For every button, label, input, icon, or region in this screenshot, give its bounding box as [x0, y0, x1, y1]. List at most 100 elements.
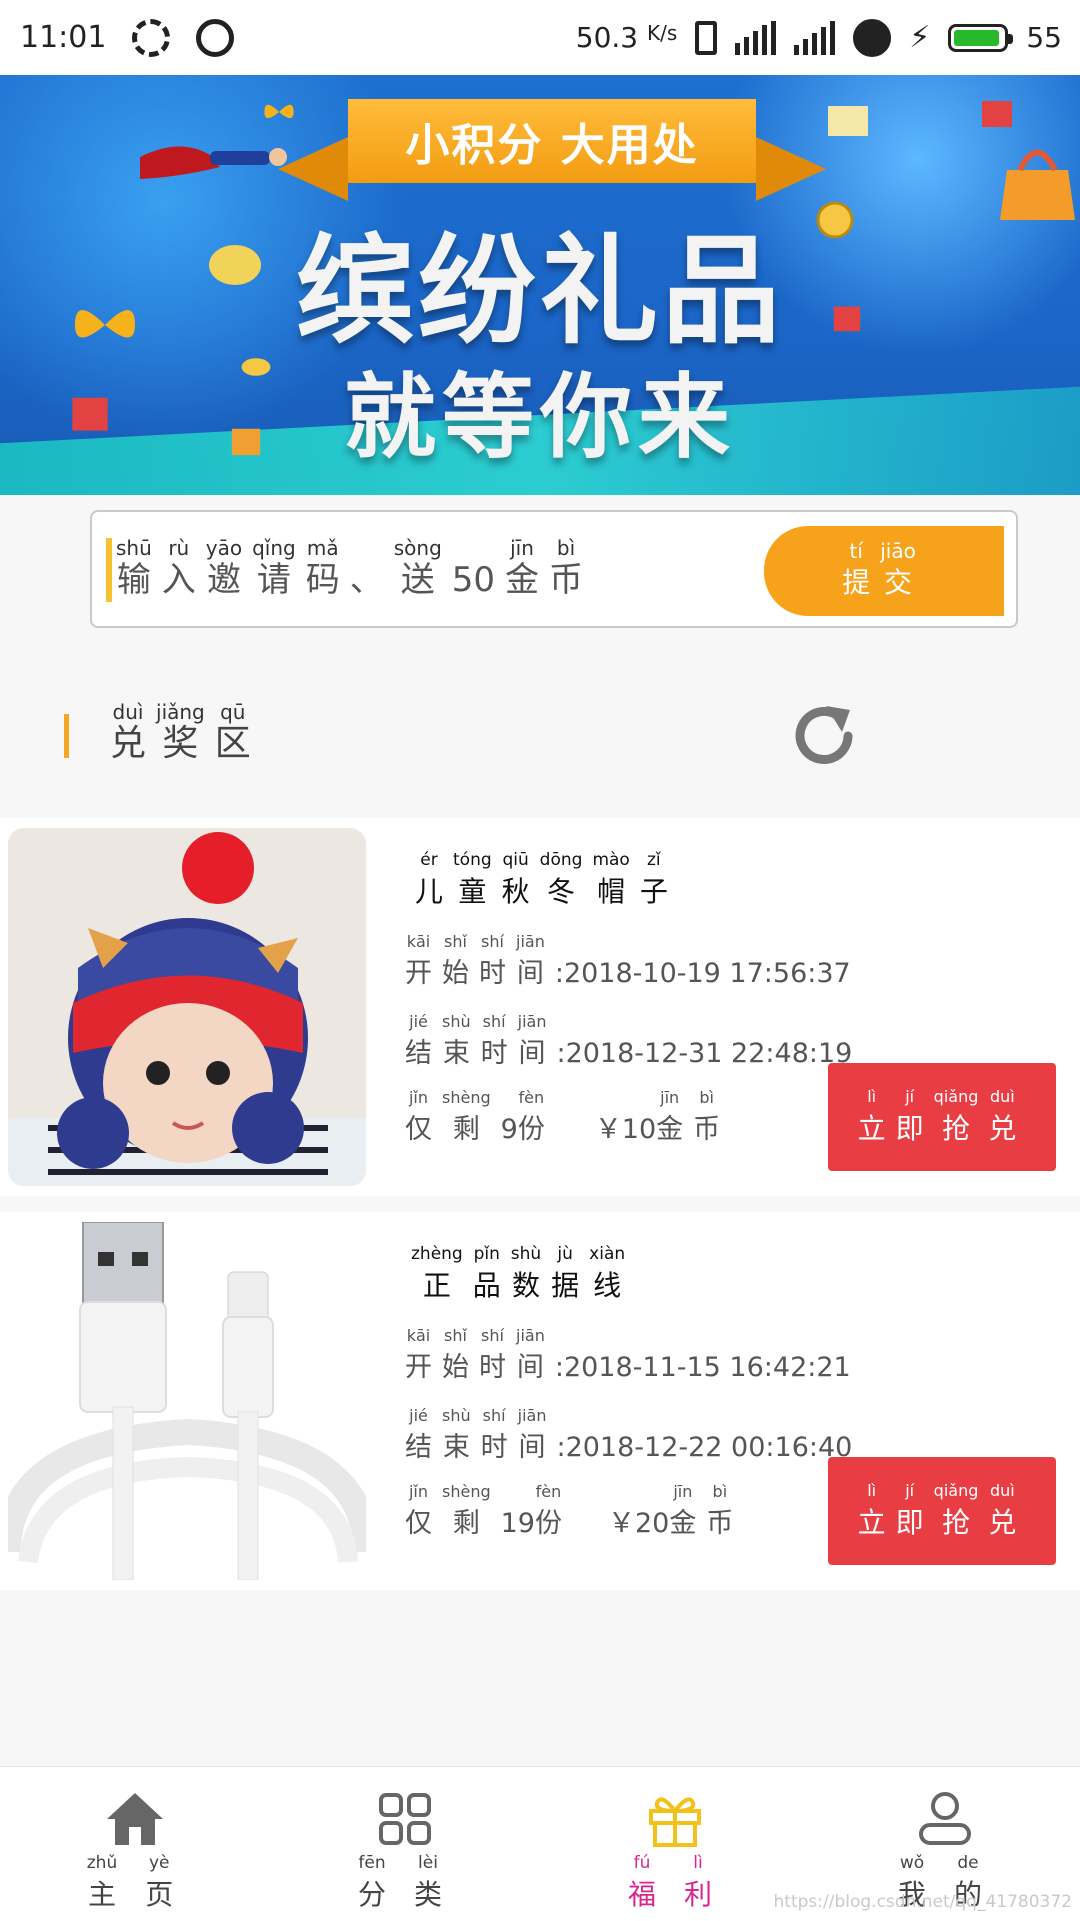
pinyin: zhǔ — [86, 1853, 118, 1873]
ruby-char: jiāo 交 — [880, 539, 916, 603]
ruby-char: shǐ 始 — [442, 930, 469, 994]
pinyin: shù — [510, 1244, 542, 1264]
ruby-char: 50 — [452, 536, 495, 600]
pinyin: shí — [482, 1406, 506, 1425]
section-accent-bar — [64, 714, 69, 758]
pinyin: duì — [989, 1481, 1015, 1500]
nav-item-home[interactable]: zhǔ 主 yè 页 — [0, 1767, 270, 1921]
pinyin: de — [957, 1853, 979, 1873]
hanzi: 结 — [405, 1432, 432, 1463]
ruby-char: tóng 童 — [453, 848, 492, 912]
pinyin: bì — [712, 1482, 728, 1501]
section-header: duì 兑 jiǎng 奖 qū 区 — [0, 680, 1080, 810]
promo-banner[interactable]: 小积分 大用处 缤纷礼品 就等你来 — [0, 75, 1080, 495]
ruby-char: jié 结 — [405, 1404, 432, 1468]
hanzi: 、 — [349, 560, 384, 600]
ruby-char: duì 兑 — [988, 1085, 1016, 1149]
hanzi: 50 — [451, 560, 496, 600]
pinyin: fèn — [518, 1088, 545, 1107]
ruby-char: fèn 份 — [518, 1086, 545, 1150]
start-time-row: kāi 开 shǐ 始 shí 时 jiān 间 :2018-10-19 17:56:37 — [405, 930, 851, 994]
hanzi: 提 — [842, 566, 871, 599]
pinyin: kāi — [406, 1326, 431, 1345]
section-title: duì 兑 jiǎng 奖 qū 区 — [110, 700, 261, 764]
hanzi: 币 — [549, 560, 584, 600]
hanzi: 区 — [214, 723, 251, 764]
invite-code-input[interactable]: shū 输 rù 入 yāo 邀 qǐng 请 mǎ 码、 sòng 送 50 jīn 金 bì 币 — [116, 536, 593, 600]
ruby-char: jǐn 仅 — [405, 1086, 432, 1150]
pinyin: jiān — [516, 932, 545, 951]
hanzi: 金 — [669, 1508, 697, 1539]
hanzi: 主 — [87, 1878, 116, 1911]
charging-icon: ⚡ — [909, 20, 931, 55]
ruby-char: lì 立 — [858, 1085, 886, 1149]
ruby-char: fēn 分 — [358, 1851, 386, 1915]
ruby-char: shù 数 — [511, 1242, 541, 1306]
ruby-char: jiǎng 奖 — [156, 700, 205, 764]
hanzi: 即 — [895, 1506, 924, 1539]
ruby-char: 、 — [350, 536, 384, 600]
ruby-char: jiān 间 — [518, 1404, 547, 1468]
superhero-illustration — [140, 146, 287, 179]
hanzi: 时 — [480, 1038, 508, 1069]
ruby-char: shèng 剩 — [442, 1480, 491, 1544]
redeem-button[interactable]: lì 立 jí 即 qiǎng 抢 duì 兑 — [828, 1457, 1056, 1565]
pinyin: zhèng — [411, 1244, 463, 1264]
gift-icon — [649, 1797, 701, 1847]
hanzi: 始 — [442, 958, 469, 989]
ruby-char: qiǎng 抢 — [934, 1085, 979, 1149]
hanzi: 正 — [422, 1269, 451, 1302]
hanzi: 抢 — [942, 1506, 971, 1539]
hanzi: 奖 — [162, 723, 199, 764]
nav-item-welfare[interactable]: fú 福 lì 利 — [540, 1767, 810, 1921]
pinyin: lì — [867, 1481, 877, 1500]
ruby-char: jīn 金 — [505, 536, 539, 600]
product-card: zhèng 正 pǐn 品 shù 数 jù 据 xiàn 线 kāi 开 shǐ 始 shí 时 jiān 间… — [0, 1212, 1080, 1590]
pinyin: jiān — [517, 1012, 547, 1031]
ruby-char: fèn 份 — [535, 1480, 562, 1544]
hanzi: 始 — [442, 1352, 469, 1383]
pinyin: shù — [442, 1406, 471, 1425]
hanzi: 束 — [442, 1432, 470, 1463]
pinyin: shèng — [442, 1482, 491, 1501]
pinyin: qǐng — [252, 536, 296, 560]
hanzi: 输 — [116, 560, 151, 600]
hanzi: 立 — [857, 1112, 886, 1145]
product-image-data-cable[interactable] — [8, 1222, 366, 1580]
ruby-char: rù 入 — [162, 536, 196, 600]
pinyin: jí — [905, 1481, 915, 1500]
refresh-icon[interactable] — [788, 700, 860, 772]
vibrate-icon — [695, 20, 718, 55]
pinyin: rù — [168, 536, 190, 560]
hanzi: 据 — [551, 1269, 580, 1302]
banner-headline: 缤纷礼品 — [295, 222, 784, 360]
pinyin: mǎ — [306, 536, 339, 560]
pinyin: jiān — [517, 1406, 547, 1425]
ruby-char: kāi 开 — [405, 930, 432, 994]
ruby-char: kāi 开 — [405, 1324, 432, 1388]
hanzi: 份 — [534, 1508, 562, 1539]
end-time-row: jié 结 shù 束 shí 时 jiān 间 :2018-12-31 22:48:19 — [405, 1010, 852, 1074]
ruby-char: qū 区 — [215, 700, 251, 764]
pinyin: qiǎng — [933, 1087, 979, 1106]
redeem-button[interactable]: lì 立 jí 即 qiǎng 抢 duì 兑 — [828, 1063, 1056, 1171]
hanzi: 剩 — [452, 1114, 480, 1145]
ruby-char: jiān 间 — [516, 930, 545, 994]
end-time: :2018-12-31 22:48:19 — [556, 1038, 853, 1069]
hanzi: 送 — [400, 560, 435, 600]
pinyin: jǐn — [408, 1482, 429, 1501]
nav-item-category[interactable]: fēn 分 lèi 类 — [270, 1767, 540, 1921]
hanzi: 抢 — [942, 1112, 971, 1145]
ruby-char: mǎ 码 — [306, 536, 340, 600]
ruby-char: zhǔ 主 — [87, 1851, 117, 1915]
ruby-char: yāo 邀 — [206, 536, 242, 600]
pinyin: sòng — [393, 536, 442, 560]
product-image-kids-hat[interactable] — [8, 828, 366, 1186]
ruby-char: zhèng 正 — [411, 1242, 463, 1306]
pinyin: qiǎng — [933, 1481, 979, 1500]
submit-button[interactable]: tí 提 jiāo 交 — [764, 526, 1004, 616]
hanzi: 开 — [405, 1352, 432, 1383]
ruby-char: jí 即 — [896, 1479, 924, 1543]
grid-icon — [379, 1793, 431, 1845]
product-name: zhèng 正 pǐn 品 shù 数 jù 据 xiàn 线 — [411, 1242, 635, 1306]
